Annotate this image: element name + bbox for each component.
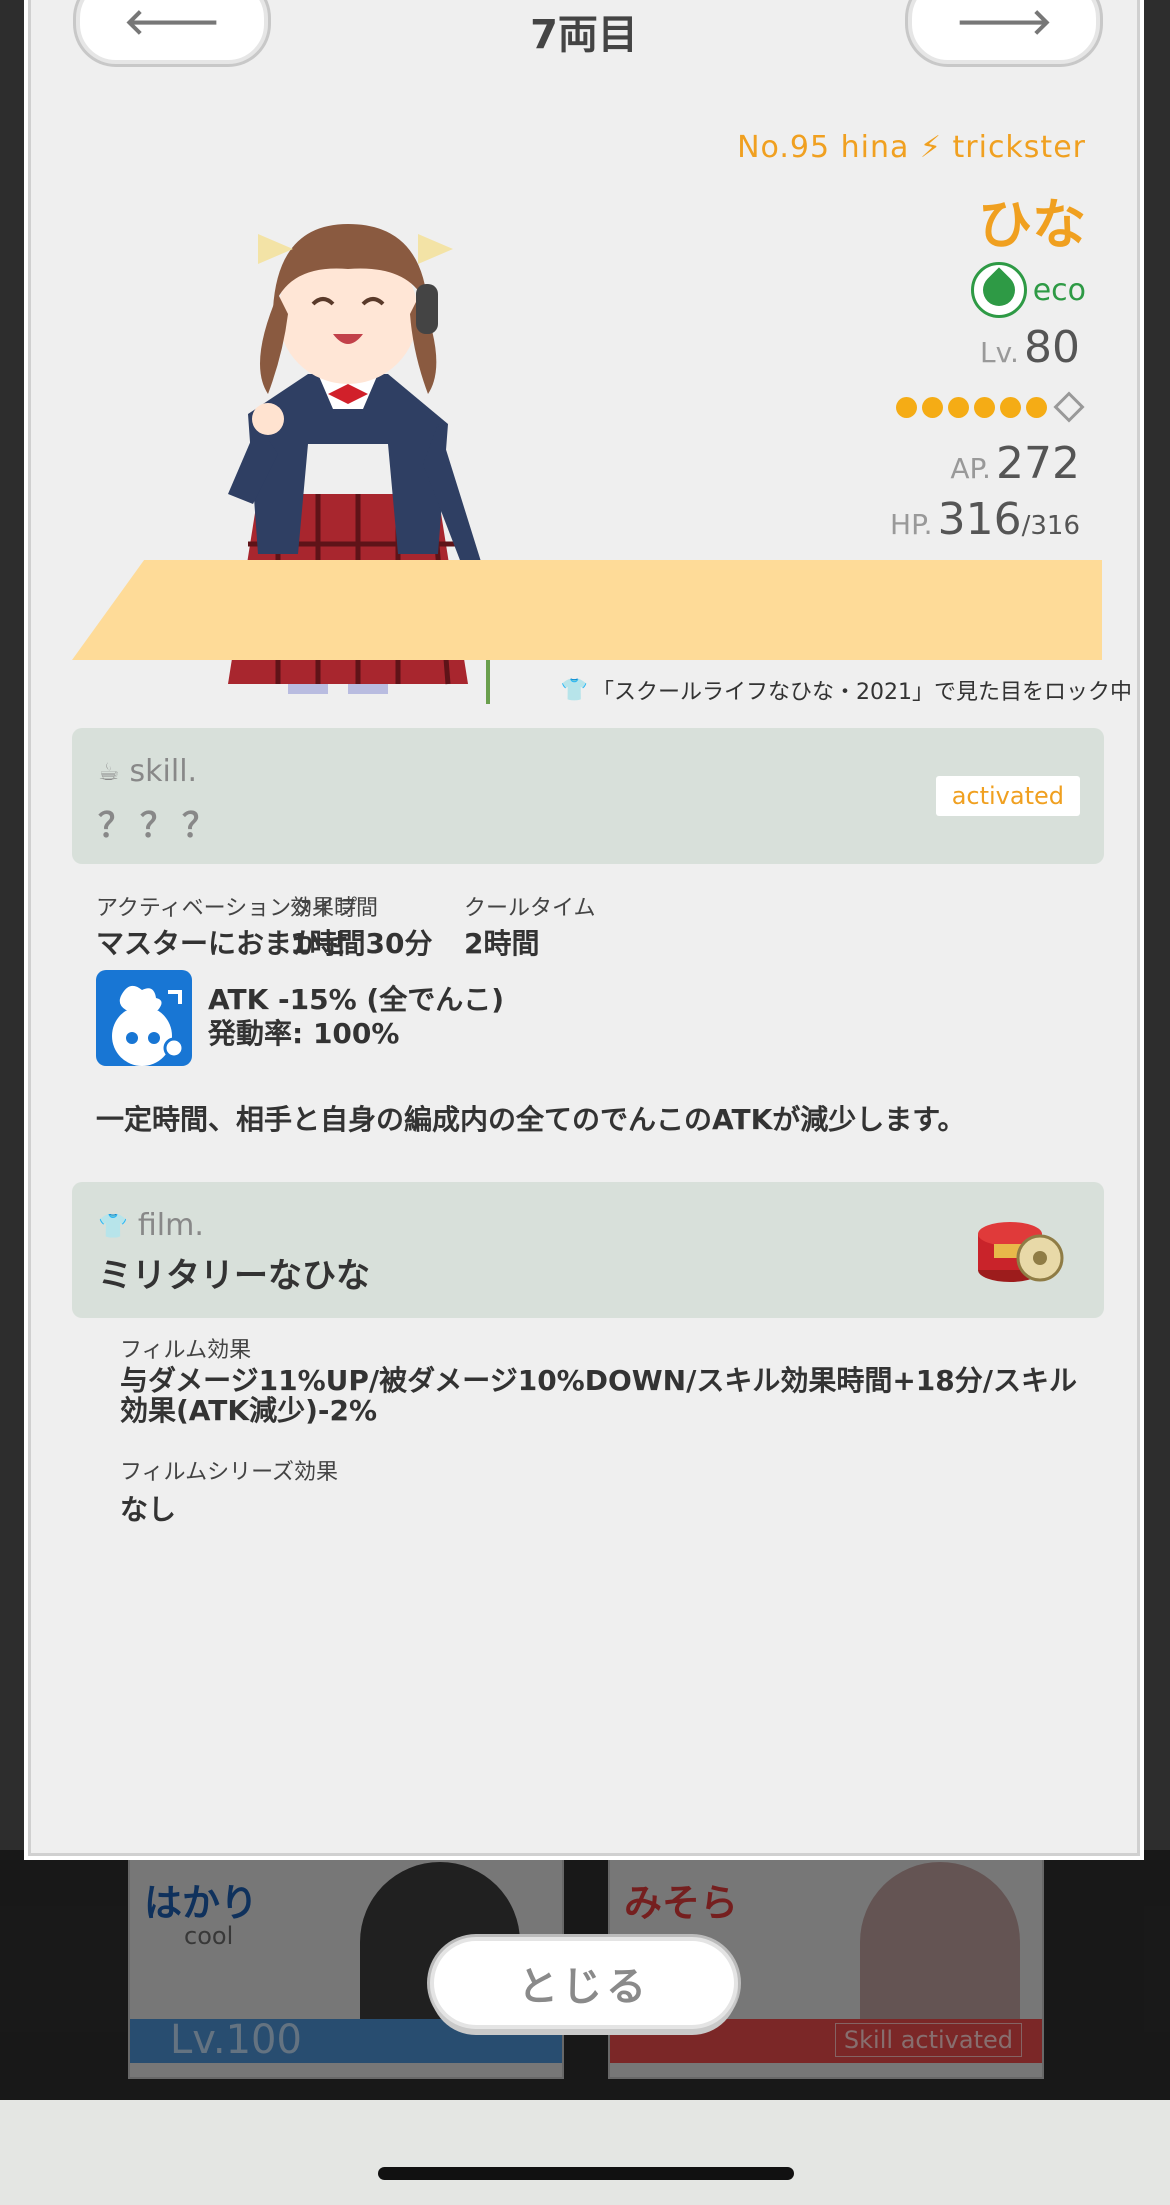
film-series-value: なし	[120, 1493, 177, 1526]
cooldown-header: クールタイム	[464, 896, 596, 921]
rank-dot	[1026, 396, 1047, 418]
shirt-icon: 👕	[560, 677, 588, 703]
cooldown-value: 2時間	[464, 927, 540, 960]
skill-name: ？？？	[98, 806, 224, 846]
film-series-header: フィルムシリーズ効果	[120, 1460, 339, 1485]
hp-display: HP. 316/316	[890, 494, 1080, 545]
level-value: 80	[1024, 322, 1080, 373]
rank-dot	[974, 396, 995, 418]
home-area	[0, 2100, 1170, 2205]
rank-dot	[896, 396, 917, 418]
film-effect-value: 与ダメージ11%UP/被ダメージ10%DOWN/スキル効果時間+18分/スキル効…	[120, 1364, 1077, 1427]
film-effect-header: フィルム効果	[120, 1338, 252, 1363]
appearance-lock-note[interactable]: 👕 「スクールライフなひな・2021」で見た目をロック中	[561, 674, 1132, 706]
hp-max: /316	[1021, 511, 1080, 541]
atk-down-skill-icon	[96, 970, 192, 1066]
film-panel[interactable]: 👕 film. ミリタリーなひな	[72, 1182, 1104, 1318]
skill-label: ☕ skill.	[98, 754, 198, 789]
character-id-line: No.95 hina ⚡ trickster	[737, 130, 1086, 165]
hp-label: HP.	[890, 508, 933, 541]
skill-panel: ☕ skill. ？？？ activated	[72, 728, 1104, 864]
effect-duration-value: 1時間30分	[290, 927, 433, 960]
home-indicator[interactable]	[378, 2167, 794, 2180]
lock-note-text: 「スクールライフなひな・2021」で見た目をロック中	[592, 680, 1132, 705]
eco-leaf-icon	[970, 262, 1027, 318]
next-car-button[interactable]: 🡒	[908, 0, 1100, 64]
element-badge: eco	[970, 262, 1086, 318]
skill-icon: ☕	[98, 757, 120, 786]
element-label: eco	[1032, 272, 1086, 308]
character-name: ひな	[978, 193, 1086, 256]
film-name: ミリタリーなひな	[98, 1256, 370, 1296]
rank-dot	[922, 396, 943, 418]
skill-status-badge: activated	[935, 776, 1080, 816]
film-can-icon	[978, 1222, 1064, 1282]
rank-dot	[1000, 396, 1021, 418]
cooldown: クールタイム 2時間	[464, 890, 596, 962]
hp-value: 316	[937, 494, 1022, 545]
ap-display: AP. 272	[950, 438, 1080, 489]
skill-activation-rate: 発動率: 100%	[208, 1017, 400, 1050]
film-label: 👕 film.	[98, 1208, 204, 1243]
character-detail-modal: 🡐 7両目 🡒 No.95 hina ⚡ trickster ひな eco Lv…	[24, 0, 1144, 1860]
level-label: Lv.	[980, 336, 1019, 369]
rank-indicator	[896, 391, 1085, 423]
character-stage	[72, 560, 1102, 660]
close-button[interactable]: とじる	[430, 1937, 738, 2029]
rank-dot	[948, 396, 969, 418]
level-display: Lv. 80	[980, 322, 1080, 373]
effect-duration: 効果時間 1時間30分	[290, 890, 432, 962]
rank-diamond-icon	[1053, 391, 1085, 423]
effect-duration-header: 効果時間	[290, 896, 379, 921]
ap-value: 272	[996, 438, 1080, 489]
arrow-right-icon: 🡒	[955, 2, 1053, 43]
ap-label: AP.	[950, 452, 991, 485]
shirt-icon: 👕	[98, 1211, 128, 1240]
skill-description: 一定時間、相手と自身の編成内の全てのでんこのATKが減少します。	[96, 1103, 966, 1136]
